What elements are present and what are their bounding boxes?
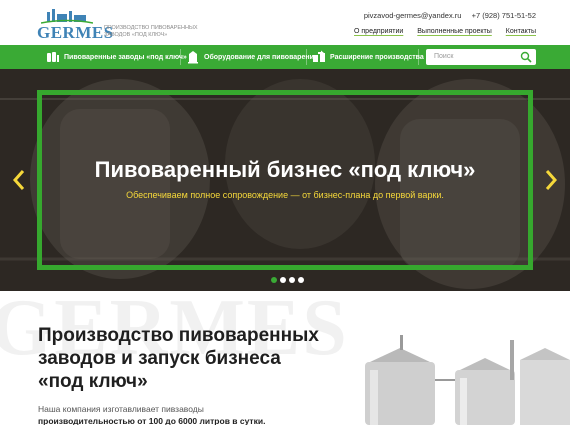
chevron-right-icon[interactable] bbox=[544, 169, 558, 191]
search-input[interactable]: Поиск bbox=[434, 53, 453, 60]
brand-name: GERMES bbox=[37, 23, 114, 42]
search-icon[interactable] bbox=[520, 51, 532, 63]
phone-link[interactable]: +7 (928) 751-51-52 bbox=[472, 11, 536, 20]
menu-item-turnkey[interactable]: Пивоваренные заводы «под ключ» bbox=[46, 45, 187, 69]
menu-item-equipment[interactable]: Оборудование для пивоварения bbox=[186, 45, 318, 69]
section-headline: Производство пивоваренных заводов и запу… bbox=[38, 324, 338, 393]
headline-line: Производство пивоваренных bbox=[38, 325, 319, 346]
menu-label: Оборудование для пивоварения bbox=[204, 53, 318, 61]
headline-line: «под ключ» bbox=[38, 371, 148, 392]
tanks-icon bbox=[47, 52, 59, 62]
site-header: GERMES Производство пивоваренных заводов… bbox=[0, 0, 570, 45]
factory-logo-icon bbox=[41, 9, 93, 24]
menu-item-expansion[interactable]: Расширение производства bbox=[312, 45, 424, 69]
top-nav: О предприятии Выполненные проекты Контак… bbox=[342, 28, 536, 35]
intro-paragraph: Наша компания изготавливает пивзаводы пр… bbox=[38, 403, 298, 425]
hero-title: Пивоваренный бизнес «под ключ» bbox=[94, 157, 476, 182]
menu-divider bbox=[180, 49, 181, 65]
brewing-tank-icon bbox=[188, 51, 198, 64]
menu-label: Расширение производства bbox=[330, 53, 424, 61]
menu-divider bbox=[306, 49, 307, 65]
menu-label: Пивоваренные заводы «под ключ» bbox=[64, 53, 187, 61]
nav-contacts[interactable]: Контакты bbox=[506, 28, 536, 35]
para-line-bold: производительностью от 100 до 6000 литро… bbox=[38, 416, 266, 425]
menu-divider bbox=[418, 49, 419, 65]
expand-production-icon bbox=[313, 50, 325, 62]
nav-projects[interactable]: Выполненные проекты bbox=[417, 28, 492, 35]
chevron-left-icon[interactable] bbox=[12, 169, 26, 191]
search-box[interactable]: Поиск bbox=[426, 49, 536, 65]
tagline: Производство пивоваренных заводов «под к… bbox=[104, 25, 198, 38]
headline-line: заводов и запуск бизнеса bbox=[38, 348, 281, 369]
logo[interactable]: GERMES bbox=[37, 8, 113, 42]
brewing-equipment-image bbox=[365, 335, 570, 425]
hero-subtitle: Обеспечиваем полное сопровождение — от б… bbox=[126, 190, 444, 200]
hero-slider: Пивоваренный бизнес «под ключ» Обеспечив… bbox=[0, 69, 570, 291]
para-line: Наша компания изготавливает пивзаводы bbox=[38, 404, 204, 414]
contacts: pivzavod-germes@yandex.ru +7 (928) 751-5… bbox=[356, 11, 536, 20]
email-link[interactable]: pivzavod-germes@yandex.ru bbox=[364, 11, 462, 20]
main-menu: Пивоваренные заводы «под ключ» Оборудова… bbox=[0, 45, 570, 69]
nav-about[interactable]: О предприятии bbox=[354, 28, 403, 35]
